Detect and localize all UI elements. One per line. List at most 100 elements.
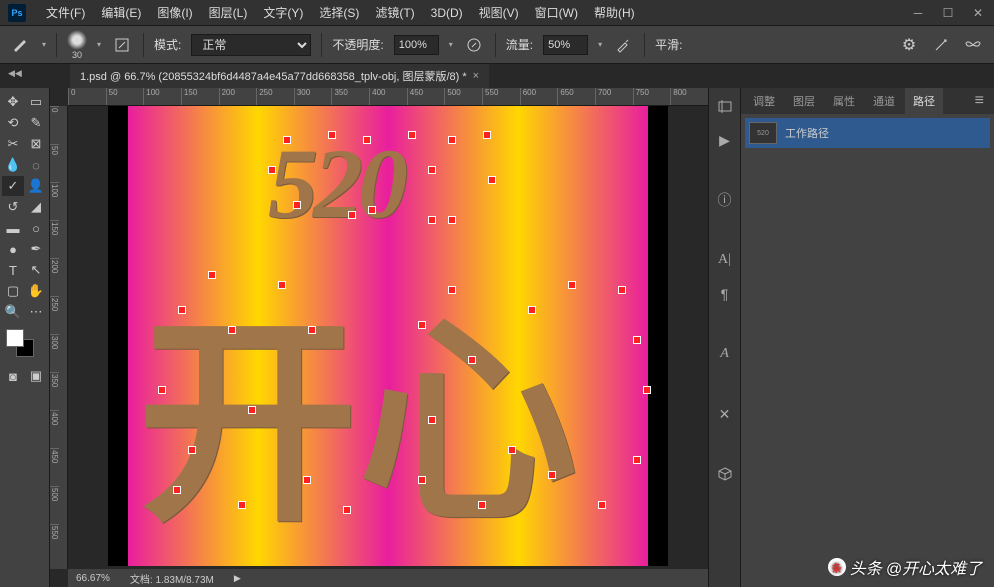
collapse-toolbox-icon[interactable]: ◀◀	[8, 68, 22, 79]
anchor-point[interactable]	[488, 176, 496, 184]
anchor-point[interactable]	[448, 286, 456, 294]
quickmask-tool[interactable]: ◙	[2, 366, 24, 386]
tab-layers[interactable]: 图层	[785, 88, 823, 114]
marquee-tool[interactable]: ▭	[25, 92, 47, 112]
menu-file[interactable]: 文件(F)	[38, 4, 93, 21]
brush-panel-icon[interactable]	[111, 34, 133, 56]
anchor-point[interactable]	[618, 286, 626, 294]
airbrush-icon[interactable]	[612, 34, 634, 56]
minimize-button[interactable]: ─	[910, 5, 926, 21]
anchor-point[interactable]	[363, 136, 371, 144]
history-brush-tool[interactable]: ↺	[2, 197, 24, 217]
anchor-point[interactable]	[188, 446, 196, 454]
butterfly-icon[interactable]	[962, 34, 984, 56]
anchor-point[interactable]	[178, 306, 186, 314]
paragraph-icon[interactable]: ¶	[715, 284, 735, 304]
glyph-a-icon[interactable]: A	[715, 344, 735, 364]
dropdown-caret-icon[interactable]: ▾	[97, 40, 101, 49]
info-icon[interactable]: ⓘ	[715, 190, 735, 210]
eraser-tool[interactable]: ◢	[25, 197, 47, 217]
char-a-icon[interactable]: A|	[715, 250, 735, 270]
anchor-point[interactable]	[448, 216, 456, 224]
anchor-point[interactable]	[528, 306, 536, 314]
menu-window[interactable]: 窗口(W)	[527, 4, 586, 21]
zoom-tool[interactable]: 🔍	[2, 302, 24, 322]
anchor-point[interactable]	[208, 271, 216, 279]
frame-icon[interactable]	[715, 96, 735, 116]
menu-type[interactable]: 文字(Y)	[255, 4, 311, 21]
menu-layer[interactable]: 图层(L)	[201, 4, 256, 21]
type-tool[interactable]: T	[2, 260, 24, 280]
close-button[interactable]: ✕	[970, 5, 986, 21]
ruler-vertical[interactable]: 050100150200250300350400450500550	[50, 106, 68, 569]
anchor-point[interactable]	[428, 216, 436, 224]
clone-tool[interactable]: 👤	[25, 176, 47, 196]
menu-3d[interactable]: 3D(D)	[423, 6, 471, 20]
anchor-point[interactable]	[468, 356, 476, 364]
mode-select[interactable]: 正常	[191, 34, 311, 56]
anchor-point[interactable]	[408, 131, 416, 139]
ruler-horizontal[interactable]: 0501001502002503003504004505005506006507…	[68, 88, 708, 106]
tool-preset-icon[interactable]	[10, 34, 32, 56]
anchor-point[interactable]	[478, 501, 486, 509]
anchor-point[interactable]	[293, 201, 301, 209]
pen-tool[interactable]: ✒	[25, 239, 47, 259]
tab-paths[interactable]: 路径	[905, 88, 943, 114]
menu-edit[interactable]: 编辑(E)	[93, 4, 149, 21]
tools-x-icon[interactable]: ✕	[715, 404, 735, 424]
screenmode-tool[interactable]: ▣	[25, 366, 47, 386]
close-tab-icon[interactable]: ×	[473, 70, 479, 82]
anchor-point[interactable]	[448, 136, 456, 144]
brush-tool[interactable]: ✓	[2, 176, 24, 196]
menu-filter[interactable]: 滤镜(T)	[367, 4, 422, 21]
dropdown-caret-icon[interactable]: ▾	[598, 40, 602, 49]
lasso-tool[interactable]: ⟲	[2, 113, 24, 133]
gradient-tool[interactable]: ▬	[2, 218, 24, 238]
path-item[interactable]: 520 工作路径	[745, 118, 990, 148]
anchor-point[interactable]	[548, 471, 556, 479]
anchor-point[interactable]	[598, 501, 606, 509]
anchor-point[interactable]	[643, 386, 651, 394]
zoom-value[interactable]: 66.67%	[76, 573, 110, 584]
menu-image[interactable]: 图像(I)	[149, 4, 200, 21]
quick-select-tool[interactable]: ✎	[25, 113, 47, 133]
anchor-point[interactable]	[173, 486, 181, 494]
foreground-color[interactable]	[6, 329, 24, 347]
move-tool[interactable]: ✥	[2, 92, 24, 112]
menu-view[interactable]: 视图(V)	[471, 4, 527, 21]
menu-help[interactable]: 帮助(H)	[586, 4, 643, 21]
anchor-point[interactable]	[283, 136, 291, 144]
tab-adjustments[interactable]: 调整	[745, 88, 783, 114]
dropdown-caret-icon[interactable]: ▾	[449, 40, 453, 49]
dodge-tool[interactable]: ●	[2, 239, 24, 259]
status-caret-icon[interactable]: ▶	[234, 573, 241, 584]
anchor-point[interactable]	[328, 131, 336, 139]
rectangle-tool[interactable]: ▢	[2, 281, 24, 301]
anchor-point[interactable]	[268, 166, 276, 174]
anchor-point[interactable]	[238, 501, 246, 509]
anchor-point[interactable]	[568, 281, 576, 289]
anchor-point[interactable]	[633, 336, 641, 344]
dropdown-caret-icon[interactable]: ▾	[42, 40, 46, 49]
patch-tool[interactable]: ◌	[25, 155, 47, 175]
blur-tool[interactable]: ○	[25, 218, 47, 238]
anchor-point[interactable]	[508, 446, 516, 454]
anchor-point[interactable]	[428, 416, 436, 424]
anchor-point[interactable]	[343, 506, 351, 514]
anchor-point[interactable]	[248, 406, 256, 414]
pressure-opacity-icon[interactable]	[463, 34, 485, 56]
canvas[interactable]: 520 开心	[108, 106, 668, 566]
anchor-point[interactable]	[633, 456, 641, 464]
edit-toolbar[interactable]: ⋯	[25, 302, 47, 322]
play-icon[interactable]: ▶	[715, 130, 735, 150]
anchor-point[interactable]	[303, 476, 311, 484]
anchor-point[interactable]	[418, 321, 426, 329]
brush-preview-icon[interactable]	[67, 30, 87, 50]
anchor-point[interactable]	[418, 476, 426, 484]
cube-icon[interactable]	[715, 464, 735, 484]
gear-icon[interactable]: ⚙	[898, 34, 920, 56]
menu-select[interactable]: 选择(S)	[311, 4, 367, 21]
tab-properties[interactable]: 属性	[825, 88, 863, 114]
eyedropper-tool[interactable]: 💧	[2, 155, 24, 175]
anchor-point[interactable]	[308, 326, 316, 334]
